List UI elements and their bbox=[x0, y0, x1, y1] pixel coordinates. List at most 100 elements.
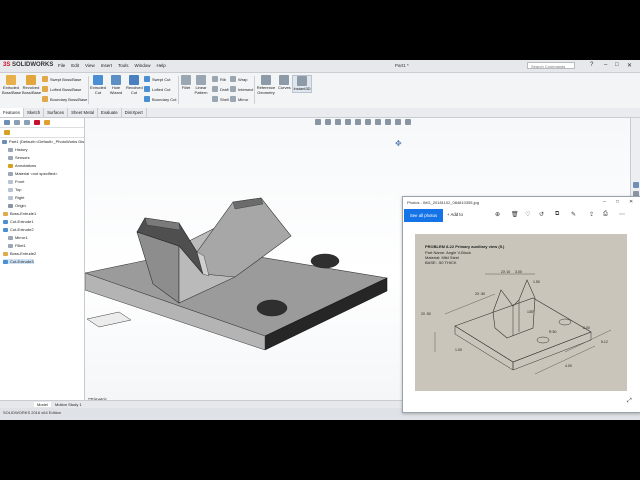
solidworks-logo[interactable]: 3S SOLIDWORKS bbox=[3, 62, 53, 68]
edit-create-icon[interactable]: ✎ bbox=[571, 211, 576, 218]
help-icon[interactable]: ? bbox=[590, 62, 593, 68]
dimension-label: 3.00 bbox=[515, 270, 522, 274]
intersect-button[interactable]: Intersect bbox=[230, 86, 253, 92]
tree-item-front-plane[interactable]: Front bbox=[8, 179, 24, 184]
button-label: Wrap bbox=[238, 76, 248, 82]
revolved-boss-button[interactable]: Revolved Boss/Base bbox=[22, 75, 41, 95]
tree-item-mirror1[interactable]: Mirror1 bbox=[8, 235, 28, 240]
tree-item-boss-extrude2[interactable]: Boss-Extrude2 bbox=[3, 251, 36, 256]
mirror-button[interactable]: Mirror bbox=[230, 96, 248, 102]
minimize-icon[interactable]: – bbox=[604, 62, 607, 68]
swept-cut-button[interactable]: Swept Cut bbox=[144, 76, 170, 82]
fullscreen-icon[interactable]: ⤢ bbox=[627, 398, 632, 405]
extrude-cut-icon bbox=[3, 227, 8, 232]
favorite-icon[interactable]: ♡ bbox=[525, 211, 530, 218]
tab-dimxpert[interactable]: DimXpert bbox=[122, 108, 147, 117]
intersect-icon bbox=[230, 86, 236, 92]
dimension-label: 135° bbox=[527, 310, 535, 314]
status-text: SOLIDWORKS 2016 x64 Edition bbox=[3, 410, 62, 415]
property-manager-icon[interactable] bbox=[14, 120, 20, 125]
plane-icon bbox=[8, 195, 13, 200]
tab-surfaces[interactable]: Surfaces bbox=[44, 108, 69, 117]
configuration-manager-icon[interactable] bbox=[24, 120, 30, 125]
tree-toolbar bbox=[0, 118, 84, 128]
curves-button[interactable]: Curves bbox=[278, 75, 291, 91]
photos-close-icon[interactable]: ✕ bbox=[629, 199, 633, 205]
tree-item-history[interactable]: History bbox=[8, 147, 27, 152]
tree-item-cut-extrude2[interactable]: Cut-Extrude2 bbox=[3, 227, 34, 232]
dimension-label: 5.12 bbox=[601, 340, 608, 344]
hole-wizard-icon bbox=[111, 75, 121, 85]
tree-root[interactable]: Part1 (Default<<Default>_PhotoWorks Dis bbox=[2, 139, 84, 144]
lofted-boss-button[interactable]: Lofted Boss/Base bbox=[42, 86, 81, 92]
photos-maximize-icon[interactable]: □ bbox=[616, 199, 619, 205]
feature-manager-icon[interactable] bbox=[4, 120, 10, 125]
menu-window[interactable]: Window bbox=[135, 63, 151, 68]
linear-pattern-button[interactable]: Linear Pattern bbox=[194, 75, 208, 95]
share-icon[interactable]: ⇪ bbox=[589, 211, 594, 218]
print-icon[interactable]: ⎙ bbox=[603, 211, 608, 218]
ribbon-separator bbox=[88, 76, 89, 104]
add-to-button[interactable]: + Add to bbox=[447, 212, 463, 217]
rotate-icon[interactable]: ↺ bbox=[539, 211, 544, 218]
draft-button[interactable]: Draft bbox=[212, 86, 229, 92]
hole-wizard-button[interactable]: Hole Wizard bbox=[108, 75, 124, 95]
search-commands-input[interactable]: Search Commands bbox=[527, 62, 575, 69]
letterbox-bottom bbox=[0, 420, 640, 480]
dimxpert-icon[interactable] bbox=[34, 120, 40, 125]
button-label: Boundary Boss/Base bbox=[50, 96, 88, 102]
button-label: See all photos bbox=[409, 213, 438, 218]
menu-file[interactable]: File bbox=[58, 63, 65, 68]
shell-button[interactable]: Shell bbox=[212, 96, 229, 102]
swept-boss-button[interactable]: Swept Boss/Base bbox=[42, 76, 81, 82]
boundary-boss-button[interactable]: Boundary Boss/Base bbox=[42, 96, 87, 102]
reference-geometry-button[interactable]: Reference Geometry bbox=[256, 75, 276, 95]
tree-item-material[interactable]: Material <not specified> bbox=[8, 171, 57, 176]
resources-icon[interactable] bbox=[633, 182, 639, 188]
logo-text: SOLIDWORKS bbox=[12, 62, 54, 68]
tab-sheet-metal[interactable]: Sheet Metal bbox=[68, 108, 99, 117]
hole-front bbox=[256, 299, 288, 317]
filter-icon[interactable] bbox=[4, 130, 10, 135]
maximize-icon[interactable]: □ bbox=[615, 62, 619, 68]
fillet-button[interactable]: Fillet bbox=[180, 75, 192, 91]
tree-item-cut-extrude3[interactable]: Cut-Extrude3 bbox=[3, 259, 34, 264]
dimension-label: 20 .50 bbox=[421, 312, 431, 316]
revolved-cut-button[interactable]: Revolved Cut bbox=[126, 75, 143, 95]
tree-item-right-plane[interactable]: Right bbox=[8, 195, 24, 200]
delete-icon[interactable]: 🗑 bbox=[511, 211, 519, 218]
tree-item-annotations[interactable]: Annotations bbox=[8, 163, 36, 168]
menu-help[interactable]: Help bbox=[157, 63, 166, 68]
display-manager-icon[interactable] bbox=[44, 120, 50, 125]
rib-button[interactable]: Rib bbox=[212, 76, 226, 82]
instant3d-button[interactable]: Instant3D bbox=[292, 75, 312, 93]
menu-view[interactable]: View bbox=[85, 63, 95, 68]
lofted-cut-button[interactable]: Lofted Cut bbox=[144, 86, 170, 92]
button-label: Lofted Cut bbox=[152, 86, 171, 92]
extruded-boss-button[interactable]: Extruded Boss/Base bbox=[2, 75, 21, 95]
tree-item-boss-extrude1[interactable]: Boss-Extrude1 bbox=[3, 211, 36, 216]
wrap-button[interactable]: Wrap bbox=[230, 76, 247, 82]
zoom-icon[interactable]: ⊕ bbox=[495, 211, 500, 218]
see-all-photos-button[interactable]: See all photos bbox=[404, 209, 443, 222]
tab-model[interactable]: Model bbox=[34, 402, 51, 407]
hole-right bbox=[310, 253, 340, 269]
crop-icon[interactable]: ⧉ bbox=[555, 211, 559, 218]
tab-evaluate[interactable]: Evaluate bbox=[98, 108, 122, 117]
tree-item-cut-extrude1[interactable]: Cut-Extrude1 bbox=[3, 219, 34, 224]
tree-item-origin[interactable]: Origin bbox=[8, 203, 26, 208]
menu-insert[interactable]: Insert bbox=[101, 63, 112, 68]
tree-item-fillet1[interactable]: Fillet1 bbox=[8, 243, 26, 248]
tree-item-top-plane[interactable]: Top bbox=[8, 187, 21, 192]
photos-minimize-icon[interactable]: – bbox=[603, 199, 606, 205]
close-icon[interactable]: ✕ bbox=[627, 62, 632, 69]
more-options-icon[interactable]: ⋯ bbox=[619, 211, 625, 218]
boundary-cut-button[interactable]: Boundary Cut bbox=[144, 96, 176, 102]
menu-edit[interactable]: Edit bbox=[71, 63, 79, 68]
tab-features[interactable]: Features bbox=[0, 108, 24, 117]
menu-tools[interactable]: Tools bbox=[118, 63, 129, 68]
tab-sketch[interactable]: Sketch bbox=[24, 108, 45, 117]
tab-motion-study-1[interactable]: Motion Study 1 bbox=[52, 402, 85, 407]
tree-item-sensors[interactable]: Sensors bbox=[8, 155, 30, 160]
extruded-cut-button[interactable]: Extruded Cut bbox=[90, 75, 106, 95]
